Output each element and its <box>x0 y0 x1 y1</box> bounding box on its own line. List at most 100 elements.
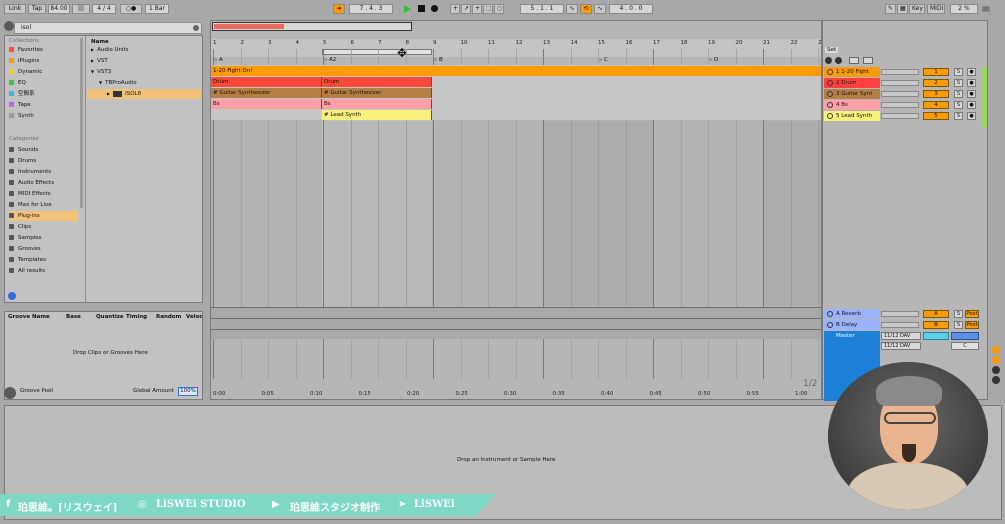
track-title[interactable]: 3 Guitar Synt <box>824 89 880 99</box>
punch-in-icon[interactable]: ∿ <box>566 4 578 14</box>
category-item[interactable]: Grooves <box>9 244 78 254</box>
bar-number[interactable]: 4 <box>296 40 300 46</box>
bar-number[interactable]: 10 <box>461 40 468 46</box>
right-knob-icon[interactable] <box>992 346 1000 354</box>
category-item[interactable]: Instruments <box>9 167 78 177</box>
loop-switch-icon[interactable]: ⟲ <box>580 4 592 14</box>
solo-button[interactable]: S <box>954 310 963 318</box>
track-volume-slider[interactable] <box>881 80 919 86</box>
post-button[interactable]: Post <box>965 321 979 329</box>
browser-scrollbar[interactable] <box>80 38 83 208</box>
tree-item[interactable]: ▼ TBProAudio <box>87 78 201 88</box>
bar-number[interactable]: 1 <box>213 40 217 46</box>
return-letter-button[interactable]: A <box>923 310 949 318</box>
record-button[interactable] <box>431 5 438 12</box>
midi-map-button[interactable]: MIDI <box>927 4 945 14</box>
tree-arrow-icon[interactable]: ▶ <box>91 58 94 63</box>
collection-item[interactable]: Tape <box>9 100 78 110</box>
bar-number[interactable]: 15 <box>598 40 605 46</box>
overdub-icon[interactable]: + <box>450 4 460 14</box>
camera-icon[interactable] <box>863 57 873 64</box>
back-to-arrangement-icon[interactable] <box>835 57 842 64</box>
tree-arrow-icon[interactable]: ▶ <box>107 91 110 96</box>
bar-number[interactable]: 7 <box>378 40 382 46</box>
master-pan[interactable] <box>951 332 979 340</box>
locator-marker[interactable]: ▷ A <box>213 57 223 63</box>
collection-item[interactable]: iPlugins <box>9 56 78 66</box>
bar-number[interactable]: 5 <box>323 40 327 46</box>
tree-arrow-icon[interactable]: ▶ <box>91 47 94 52</box>
mixer-scrollbar[interactable] <box>981 67 987 127</box>
draw-mode-icon[interactable]: ✎ <box>885 4 896 14</box>
category-item[interactable]: MIDI Effects <box>9 189 78 199</box>
return-letter-button[interactable]: B <box>923 321 949 329</box>
arm-button[interactable]: ● <box>967 68 976 76</box>
quantize-menu[interactable]: 1 Bar <box>145 4 169 14</box>
capture-icon[interactable]: + <box>472 4 482 14</box>
master-title[interactable]: Master <box>824 331 880 341</box>
key-map-button[interactable]: Key <box>909 4 925 14</box>
locator-marker[interactable]: ▷ C <box>598 57 608 63</box>
track-title[interactable]: 4 Bs <box>824 100 880 110</box>
track-title[interactable]: 5 Lead Synth <box>824 111 880 121</box>
category-item[interactable]: All results <box>9 266 78 276</box>
bar-number[interactable]: 12 <box>516 40 523 46</box>
collection-item[interactable]: Favorites <box>9 45 78 55</box>
clip-lead-synth[interactable]: # Lead Synth <box>322 110 432 120</box>
return-track-title[interactable]: B Delay <box>824 320 880 330</box>
bar-number[interactable]: 2 <box>241 40 245 46</box>
bar-number[interactable]: 17 <box>653 40 660 46</box>
return-volume-slider[interactable] <box>881 322 919 328</box>
track-number-button[interactable]: 3 <box>923 90 949 98</box>
groove-column-header[interactable]: Timing <box>126 314 147 320</box>
tree-item[interactable]: ▶ Audio Units <box>87 45 201 55</box>
loop-record-icon[interactable]: ○ <box>494 4 504 14</box>
track-activator-icon[interactable] <box>827 80 833 86</box>
clip-drum-2[interactable]: Drum <box>322 77 432 87</box>
category-item[interactable]: Clips <box>9 222 78 232</box>
tap-button[interactable]: Tap <box>28 4 46 14</box>
bar-number[interactable]: 18 <box>681 40 688 46</box>
tree-item[interactable]: ▶ ISOL8 <box>87 89 201 99</box>
tempo-field[interactable]: 84.00 <box>48 4 70 14</box>
play-button[interactable] <box>404 5 411 13</box>
track-title[interactable]: 2 Drum <box>824 78 880 88</box>
automation-arm-icon[interactable]: ↗ <box>461 4 471 14</box>
bar-number[interactable]: 19 <box>708 40 715 46</box>
bar-number[interactable]: 22 <box>791 40 798 46</box>
master-input-2[interactable]: 11/12 DAV <box>881 342 921 350</box>
track-title[interactable]: 1 1-20 Fight <box>824 67 880 77</box>
locator-marker[interactable]: ▷ B <box>433 57 443 63</box>
collection-item[interactable]: Synth <box>9 111 78 121</box>
follow-play-icon[interactable] <box>825 57 832 64</box>
bar-number[interactable]: 14 <box>571 40 578 46</box>
track-number-button[interactable]: 1 <box>923 68 949 76</box>
track-number-button[interactable]: 5 <box>923 112 949 120</box>
track-volume-slider[interactable] <box>881 102 919 108</box>
tree-arrow-icon[interactable]: ▼ <box>99 80 102 85</box>
post-button[interactable]: Post <box>965 310 979 318</box>
tree-item[interactable]: ▶ VST <box>87 56 201 66</box>
global-amount-field[interactable]: 100% <box>178 387 198 396</box>
follow-icon[interactable]: ➜ <box>333 4 345 14</box>
loop-length-field[interactable]: 4 . 0 . 0 <box>609 4 653 14</box>
track-volume-slider[interactable] <box>881 69 919 75</box>
loop-brace[interactable] <box>322 49 432 55</box>
automation-icon[interactable] <box>849 57 859 64</box>
bar-number[interactable]: 6 <box>351 40 355 46</box>
stop-button[interactable] <box>418 5 425 12</box>
groove-column-header[interactable]: Random <box>156 314 181 320</box>
return-activator-icon[interactable] <box>827 322 833 328</box>
locator-marker[interactable]: ▷ D <box>708 57 718 63</box>
right-knob-icon[interactable] <box>992 366 1000 374</box>
browser-info-icon[interactable] <box>8 292 16 300</box>
return-activator-icon[interactable] <box>827 311 833 317</box>
category-item[interactable]: Drums <box>9 156 78 166</box>
clip-drum-1[interactable]: Drum <box>211 77 322 87</box>
bar-number[interactable]: 13 <box>543 40 550 46</box>
collection-item[interactable]: EQ <box>9 78 78 88</box>
groove-column-header[interactable]: Base <box>66 314 81 320</box>
arm-button[interactable]: ● <box>967 90 976 98</box>
groove-pool-toggle-icon[interactable] <box>4 387 16 399</box>
track-volume-slider[interactable] <box>881 91 919 97</box>
